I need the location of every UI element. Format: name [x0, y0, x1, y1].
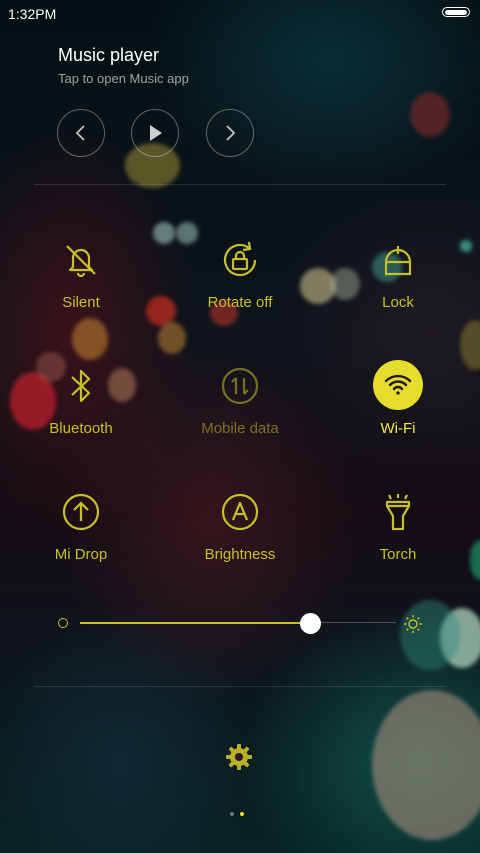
settings-button[interactable] [224, 742, 254, 777]
toggle-mobile-data[interactable]: Mobile data [180, 362, 300, 452]
status-time: 1:32PM [8, 6, 57, 22]
wifi-icon [373, 360, 423, 410]
toggle-torch[interactable]: Torch [338, 488, 458, 578]
toggle-label: Silent [62, 294, 100, 311]
brightness-low-icon [58, 618, 68, 628]
toggle-bluetooth[interactable]: Bluetooth [21, 362, 141, 452]
play-icon [150, 125, 162, 141]
lock-icon [374, 236, 422, 284]
toggle-label: Torch [379, 546, 417, 563]
next-button[interactable] [206, 109, 254, 157]
bluetooth-icon [57, 362, 105, 410]
toggle-label: Brightness [204, 546, 276, 563]
mobile-data-icon [216, 362, 264, 410]
divider [34, 184, 446, 185]
brightness-slider-fill[interactable] [80, 622, 310, 624]
battery-icon [442, 7, 470, 17]
brightness-slider-track[interactable] [320, 622, 396, 623]
toggle-label: Rotate off [207, 294, 273, 311]
toggle-wifi[interactable]: Wi-Fi [338, 360, 458, 452]
rotate-lock-icon [216, 236, 264, 284]
chevron-right-icon [226, 125, 236, 141]
chevron-left-icon [75, 125, 85, 141]
page-dot [230, 812, 234, 816]
brightness-auto-icon [216, 488, 264, 536]
toggle-label: Mi Drop [54, 546, 108, 563]
toggle-brightness[interactable]: Brightness [180, 488, 300, 578]
gear-icon [226, 744, 252, 770]
page-indicator [230, 812, 244, 816]
toggle-label: Lock [382, 294, 414, 311]
mi-drop-icon [57, 488, 105, 536]
brightness-slider-thumb[interactable] [300, 613, 321, 634]
divider [34, 686, 446, 687]
torch-icon [374, 488, 422, 536]
bell-off-icon [57, 236, 105, 284]
toggle-silent[interactable]: Silent [21, 236, 141, 326]
music-player-title[interactable]: Music player [58, 45, 159, 66]
toggle-label: Bluetooth [49, 420, 113, 437]
toggle-label: Mobile data [201, 420, 279, 437]
toggle-mi-drop[interactable]: Mi Drop [21, 488, 141, 578]
music-player-subtitle[interactable]: Tap to open Music app [58, 71, 189, 86]
toggle-rotate[interactable]: Rotate off [180, 236, 300, 326]
previous-button[interactable] [57, 109, 105, 157]
toggle-lock[interactable]: Lock [338, 236, 458, 326]
toggle-label: Wi-Fi [380, 420, 416, 437]
sun-icon [403, 614, 423, 639]
play-button[interactable] [131, 109, 179, 157]
page-dot-active [240, 812, 244, 816]
